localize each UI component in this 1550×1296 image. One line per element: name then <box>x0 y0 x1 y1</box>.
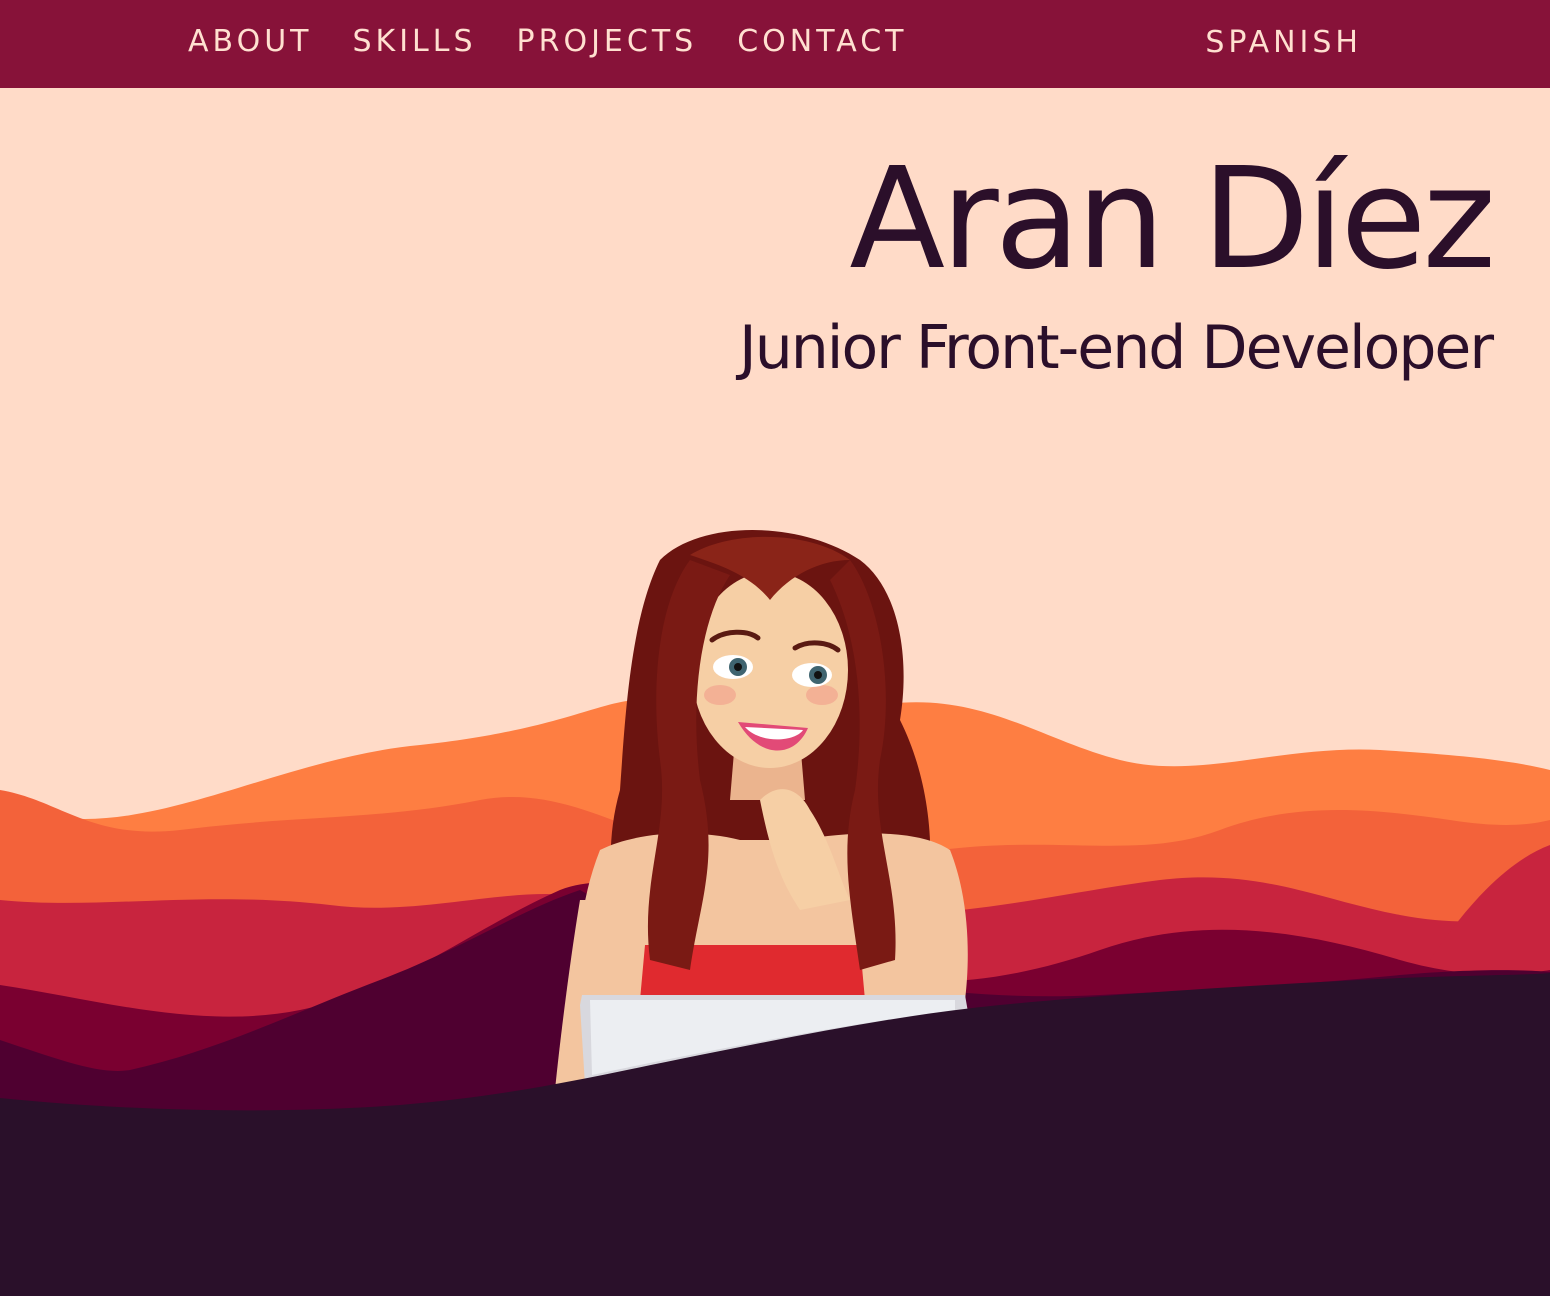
nav-link-skills[interactable]: SKILLS <box>352 27 476 57</box>
top-navbar: ABOUT SKILLS PROJECTS CONTACT SPANISH <box>0 0 1550 88</box>
nav-links: ABOUT SKILLS PROJECTS CONTACT <box>188 0 947 88</box>
hero-name: Aran Díez <box>849 138 1496 301</box>
character <box>555 530 968 1090</box>
nav-link-about[interactable]: ABOUT <box>188 27 312 57</box>
language-toggle[interactable]: SPANISH <box>1205 0 1362 86</box>
portfolio-page: ABOUT SKILLS PROJECTS CONTACT SPANISH Ar… <box>0 0 1550 1296</box>
nav-link-contact[interactable]: CONTACT <box>737 27 907 57</box>
nav-link-projects[interactable]: PROJECTS <box>517 27 698 57</box>
hero-subtitle: Junior Front-end Developer <box>739 313 1494 383</box>
